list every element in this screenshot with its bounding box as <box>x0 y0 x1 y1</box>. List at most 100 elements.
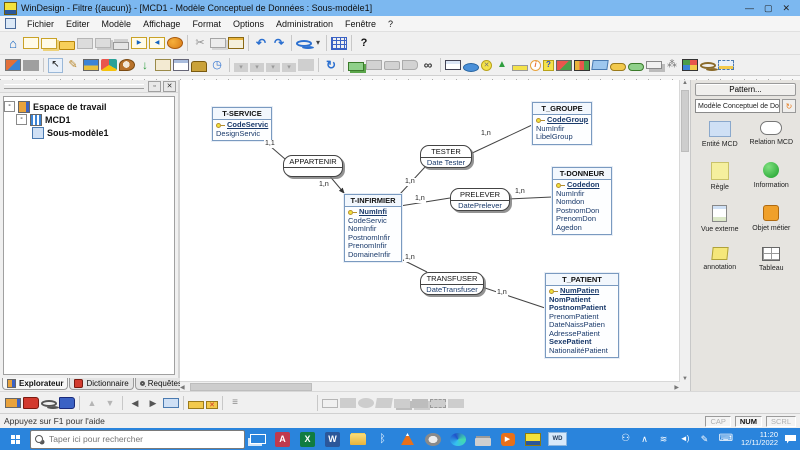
separator[interactable] <box>122 396 123 410</box>
relation-tester[interactable]: TESTER Date Tester <box>420 145 472 168</box>
notification-center-icon[interactable] <box>785 435 796 444</box>
pill-green-icon[interactable] <box>628 63 644 71</box>
pill-yellow-icon[interactable] <box>610 63 626 71</box>
reload-palette-icon[interactable]: ↻ <box>782 99 796 113</box>
close-button[interactable]: ✕ <box>782 3 790 14</box>
resize-tool-icon[interactable] <box>298 59 314 71</box>
copy-file-icon[interactable] <box>41 38 57 49</box>
search-input[interactable] <box>47 433 240 445</box>
menu-item[interactable]: ? <box>382 19 399 29</box>
gray-box-icon[interactable] <box>23 60 39 71</box>
explorer-tree-icon[interactable] <box>5 398 21 408</box>
stack-copy-icon[interactable] <box>348 62 364 71</box>
refresh-icon[interactable]: ↻ <box>323 57 339 73</box>
excel-icon[interactable]: X <box>295 428 320 450</box>
tray-expand-icon[interactable]: ∧ <box>640 432 650 446</box>
entity-t-service[interactable]: T-SERVICE CodeServic DesignServic <box>212 107 272 141</box>
goto-diagram-icon[interactable] <box>163 398 179 408</box>
comment-gray-icon[interactable] <box>384 61 400 70</box>
undo-icon[interactable]: ↶ <box>253 35 269 51</box>
people-icon[interactable]: ⚇ <box>621 432 631 446</box>
diagram-canvas[interactable]: T-SERVICE CodeServic DesignServic T_GROU… <box>180 80 690 392</box>
panel-maximize-icon[interactable]: ▫ <box>148 81 161 92</box>
entity-t-patient[interactable]: T_PATIENT NumPatien NomPatient PostnomPa… <box>545 273 619 358</box>
zoom-dropdown-icon[interactable]: ▾ <box>314 35 322 51</box>
palette-entite-mcd[interactable]: Entité MCD <box>695 121 745 148</box>
entity-t-infirmier[interactable]: T-INFIRMIER NumInfi CodeServic NomInfir … <box>344 194 402 262</box>
menu-item[interactable]: Format <box>186 19 227 29</box>
help-cursor-icon[interactable]: ? <box>356 35 372 51</box>
task-view-icon[interactable] <box>245 428 270 450</box>
import-model-icon[interactable]: ◀ <box>149 37 165 49</box>
separator[interactable] <box>43 58 44 72</box>
dictionary-icon[interactable] <box>23 397 39 409</box>
relation-appartenir[interactable]: APPARTENIR <box>283 155 343 177</box>
scroll-thumb[interactable] <box>681 90 689 152</box>
palette-vue-externe[interactable]: Vue externe <box>695 205 745 233</box>
collapse-icon[interactable]: - <box>16 114 27 125</box>
entity-t-donneur[interactable]: T-DONNEUR Codedon NumInfir Nomdon Postno… <box>552 167 612 235</box>
scroll-thumb[interactable] <box>190 383 312 391</box>
pen-icon[interactable]: ✎ <box>700 432 710 446</box>
menu-item[interactable]: Fichier <box>21 19 60 29</box>
menu-item[interactable]: Options <box>227 19 270 29</box>
access-icon[interactable]: A <box>270 428 295 450</box>
save-icon[interactable] <box>77 38 93 49</box>
scanner-icon[interactable] <box>470 428 495 450</box>
paste-icon[interactable] <box>228 37 244 49</box>
menu-item[interactable]: Fenêtre <box>339 19 382 29</box>
separator[interactable] <box>343 58 344 72</box>
bluetooth-icon[interactable]: ᛒ <box>370 428 395 450</box>
collapse-icon[interactable]: - <box>4 101 15 112</box>
file-explorer-icon[interactable] <box>345 428 370 450</box>
grid-icon[interactable] <box>331 37 347 50</box>
separator[interactable] <box>183 396 184 410</box>
link-rule-icon[interactable] <box>556 60 572 71</box>
chevron-down-icon[interactable]: ▼ <box>779 100 780 112</box>
volume-icon[interactable]: ◄) <box>678 432 691 446</box>
separator[interactable] <box>187 35 188 51</box>
hierarchy-tool-icon[interactable] <box>83 59 99 71</box>
export-model-icon[interactable]: ▶ <box>131 37 147 49</box>
print-icon[interactable] <box>113 42 129 50</box>
information-icon[interactable]: i <box>530 60 541 71</box>
align-position-icon[interactable]: ▾ <box>234 63 248 72</box>
flag-gray-icon[interactable] <box>402 60 418 70</box>
tab-explorateur[interactable]: Explorateur <box>2 378 68 390</box>
dependency-icon[interactable]: ▲ <box>494 57 510 73</box>
tree-node-mcd1[interactable]: - MCD1 <box>4 113 174 126</box>
save-all-icon[interactable] <box>95 38 111 48</box>
history-icon[interactable]: ◷ <box>209 57 225 73</box>
palette-objet-metier[interactable]: Objet métier <box>747 205 797 233</box>
separator[interactable] <box>351 35 352 51</box>
windesign-icon[interactable]: WD <box>545 428 570 450</box>
model-type-select[interactable]: Modèle Conceptuel de Do ▼ <box>695 99 780 113</box>
pattern-button[interactable]: Pattern... <box>695 83 796 96</box>
tree-node-workspace[interactable]: - Espace de travail <box>4 100 174 113</box>
search-icon[interactable] <box>41 400 57 407</box>
panel-close-icon[interactable]: ✕ <box>163 81 176 92</box>
help-note-icon[interactable]: ? <box>543 60 554 71</box>
new-relation-icon[interactable] <box>463 63 479 72</box>
palette-tableau[interactable]: Tableau <box>747 247 797 272</box>
relation-transfuser[interactable]: TRANSFUSER DateTransfuser <box>420 272 484 295</box>
word-icon[interactable]: W <box>320 428 345 450</box>
prev-icon[interactable]: ◀ <box>127 395 143 411</box>
separator[interactable] <box>326 35 327 51</box>
web-publish-icon[interactable] <box>167 37 183 49</box>
copy-icon[interactable] <box>210 38 226 48</box>
order-icon[interactable]: ▾ <box>282 63 296 72</box>
align-size-icon[interactable]: ▾ <box>266 63 280 72</box>
touch-keyboard-icon[interactable]: ⌨ <box>719 432 733 446</box>
duplicate-outline-icon[interactable] <box>646 61 662 69</box>
cut-icon[interactable]: ✂ <box>192 35 208 51</box>
zoom-icon[interactable] <box>296 40 312 47</box>
select-tool-icon[interactable]: ↖ <box>48 58 63 73</box>
constraint-icon[interactable]: ✕ <box>481 60 492 71</box>
edge-icon[interactable] <box>445 428 470 450</box>
redo-icon[interactable]: ↷ <box>271 35 287 51</box>
style-palette-icon[interactable] <box>119 59 135 71</box>
relation-prelever[interactable]: PRELEVER DatePrelever <box>450 188 510 211</box>
move-down-icon[interactable]: ▼ <box>102 395 118 411</box>
model-map-icon[interactable] <box>5 59 21 71</box>
